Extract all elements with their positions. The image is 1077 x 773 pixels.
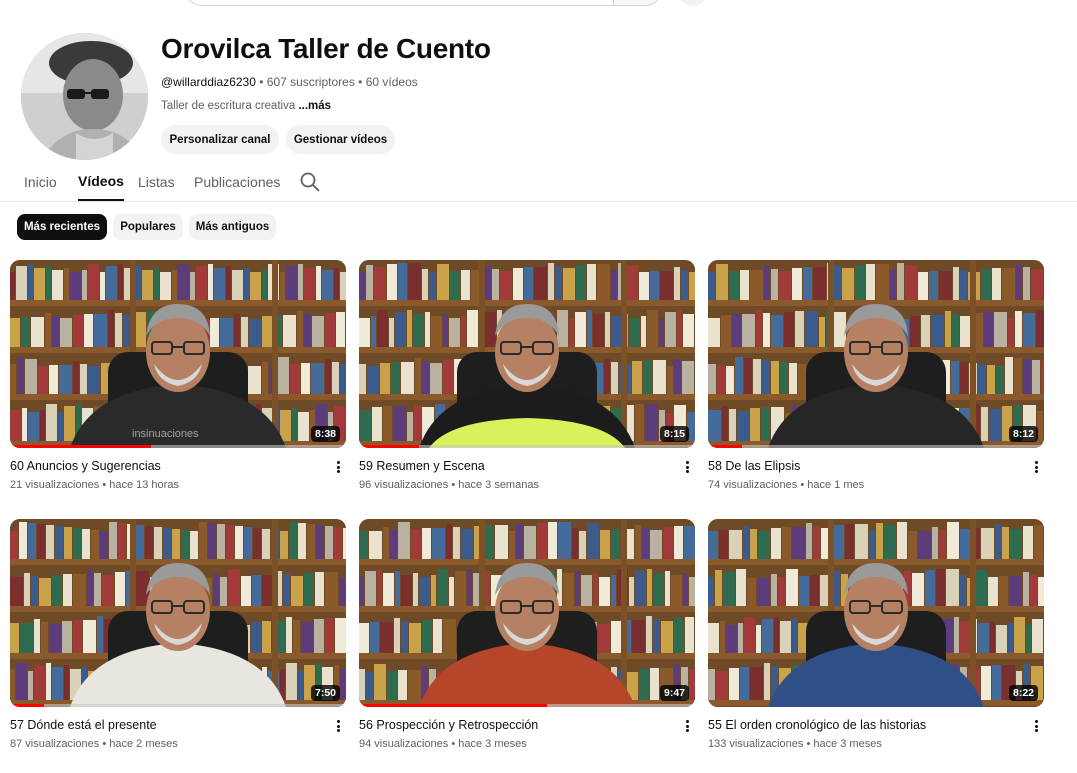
video-thumbnail[interactable]: 8:22	[708, 519, 1044, 707]
more-vert-icon[interactable]	[681, 459, 693, 475]
chip-oldest[interactable]: Más antiguos	[189, 214, 276, 240]
watch-progress-fill	[10, 704, 44, 707]
video-duration: 8:15	[659, 426, 689, 442]
video-duration: 8:22	[1008, 685, 1038, 701]
tab-videos[interactable]: Vídeos	[78, 163, 124, 201]
video-thumbnail[interactable]: 9:47	[359, 519, 695, 707]
video-card[interactable]: insinuaciones 8:38 60 Anuncios y Sugerenci…	[10, 260, 346, 496]
video-duration: 7:50	[310, 685, 340, 701]
channel-meta: @willarddiaz6230 • 607 suscriptores • 60…	[161, 75, 418, 89]
voice-search-button[interactable]	[677, 0, 709, 6]
video-card[interactable]: 7:50 57 Dónde está el presente 87 visualiz…	[10, 519, 346, 755]
meta-separator: •	[354, 75, 366, 89]
video-meta: 87 visualizaciones • hace 2 meses	[10, 738, 178, 750]
video-meta: 133 visualizaciones • hace 3 meses	[708, 738, 882, 750]
thumbnail-image	[10, 519, 346, 707]
watch-progress-fill	[359, 445, 420, 448]
video-title[interactable]: 60 Anuncios y Sugerencias	[10, 459, 161, 473]
search-button[interactable]	[613, 0, 663, 6]
video-meta: 21 visualizaciones • hace 13 horas	[10, 479, 179, 491]
more-vert-icon[interactable]	[332, 459, 344, 475]
chip-most-recent[interactable]: Más recientes	[17, 214, 107, 240]
video-title[interactable]: 55 El orden cronológico de las historias	[708, 718, 926, 732]
video-duration: 8:38	[310, 426, 340, 442]
channel-avatar[interactable]	[21, 33, 148, 160]
video-card[interactable]: 8:15 59 Resumen y Escena 96 visualizacione…	[359, 260, 695, 496]
manage-videos-button[interactable]: Gestionar vídeos	[286, 125, 395, 154]
video-title[interactable]: 57 Dónde está el presente	[10, 718, 157, 732]
video-card[interactable]: 8:12 58 De las Elipsis 74 visualizaciones …	[708, 260, 1044, 496]
more-vert-icon[interactable]	[1030, 718, 1042, 734]
search-input[interactable]	[184, 0, 614, 6]
chip-popular[interactable]: Populares	[113, 214, 183, 240]
masthead	[0, 0, 1077, 10]
watch-progress-bar	[359, 704, 695, 707]
video-meta: 74 visualizaciones • hace 1 mes	[708, 479, 865, 491]
video-meta: 94 visualizaciones • hace 3 meses	[359, 738, 527, 750]
channel-description[interactable]: Taller de escritura creativa ...más	[161, 100, 331, 112]
video-meta: 96 visualizaciones • hace 3 semanas	[359, 479, 539, 491]
channel-tabs: Inicio Vídeos Listas Publicaciones	[0, 163, 1077, 202]
watch-progress-fill	[10, 445, 152, 448]
tab-listas[interactable]: Listas	[138, 163, 175, 201]
watch-progress-bar	[10, 704, 346, 707]
video-card[interactable]: 9:47 56 Prospección y Retrospección 94 vis…	[359, 519, 695, 755]
tab-inicio[interactable]: Inicio	[24, 163, 57, 201]
video-duration: 8:12	[1008, 426, 1038, 442]
search-icon[interactable]	[299, 171, 321, 193]
video-title[interactable]: 58 De las Elipsis	[708, 459, 800, 473]
watch-progress-fill	[359, 704, 548, 707]
thumbnail-image	[708, 519, 1044, 707]
video-thumbnail[interactable]: 7:50	[10, 519, 346, 707]
thumbnail-image	[359, 519, 695, 707]
more-link[interactable]: ...más	[298, 100, 331, 112]
customize-channel-button[interactable]: Personalizar canal	[161, 125, 279, 154]
video-duration: 9:47	[659, 685, 689, 701]
thumbnail-image	[708, 260, 1044, 448]
thumbnail-image	[10, 260, 346, 448]
channel-title: Orovilca Taller de Cuento	[161, 33, 491, 64]
video-thumbnail[interactable]: 8:12	[708, 260, 1044, 448]
video-thumbnail[interactable]: insinuaciones 8:38	[10, 260, 346, 448]
watch-progress-bar	[10, 445, 346, 448]
video-title[interactable]: 56 Prospección y Retrospección	[359, 718, 538, 732]
meta-separator: •	[255, 75, 267, 89]
video-title[interactable]: 59 Resumen y Escena	[359, 459, 485, 473]
video-count: 60 vídeos	[365, 75, 418, 89]
description-text: Taller de escritura creativa	[161, 100, 296, 112]
more-vert-icon[interactable]	[1030, 459, 1042, 475]
more-vert-icon[interactable]	[681, 718, 693, 734]
subscriber-count: 607 suscriptores	[266, 75, 355, 89]
channel-handle: @willarddiaz6230	[161, 75, 256, 89]
watch-progress-bar	[708, 445, 1044, 448]
watch-progress-bar	[359, 445, 695, 448]
video-card[interactable]: 8:22 55 El orden cronológico de las histo…	[708, 519, 1044, 755]
watch-progress-fill	[708, 445, 742, 448]
thumbnail-watermark: insinuaciones	[132, 428, 199, 440]
thumbnail-image	[359, 260, 695, 448]
tab-publicaciones[interactable]: Publicaciones	[194, 163, 280, 201]
video-thumbnail[interactable]: 8:15	[359, 260, 695, 448]
more-vert-icon[interactable]	[332, 718, 344, 734]
